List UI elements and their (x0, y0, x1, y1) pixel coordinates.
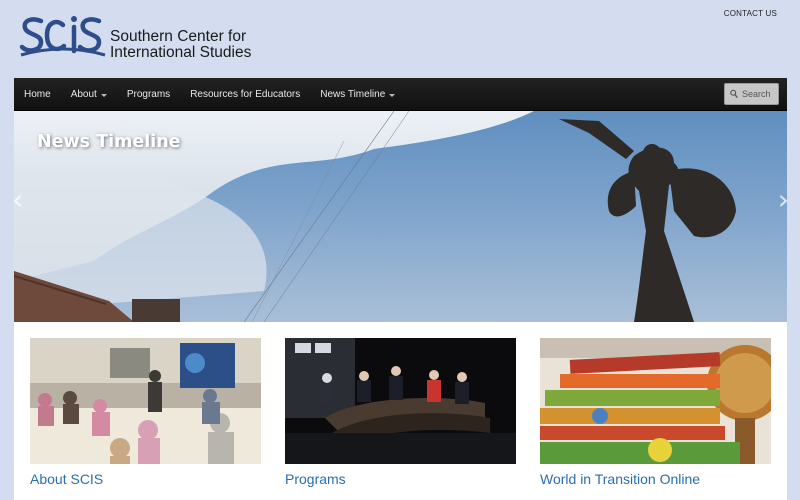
featured-content: About SCIS Programs World in Transition … (14, 322, 787, 500)
nav-item-programs[interactable]: Programs (127, 89, 170, 100)
card-image-classroom[interactable] (30, 338, 261, 464)
org-name-line1: Southern Center for (110, 28, 247, 45)
site-logo[interactable]: Southern Center for International Studie… (19, 13, 264, 65)
nav-item-label: News Timeline (320, 89, 386, 100)
card-title[interactable]: Programs (285, 471, 516, 487)
nav-item-label: Resources for Educators (190, 89, 301, 100)
org-name-line2: International Studies (110, 44, 252, 61)
organization-name: Southern Center for International Studie… (110, 29, 251, 61)
caret-down-icon (389, 93, 396, 97)
card-excerpt (30, 495, 261, 500)
nav-item-label: About (70, 89, 97, 100)
card-excerpt (540, 495, 771, 500)
card-about-scis: About SCIS (30, 338, 261, 500)
chevron-left-icon[interactable]: ‹ (14, 183, 23, 216)
scis-logo-mark (19, 16, 106, 57)
magnifier-icon (730, 89, 738, 98)
nav-menu: Home About Programs Resources for Educat… (14, 78, 787, 111)
card-programs: Programs (285, 338, 516, 500)
card-title[interactable]: About SCIS (30, 471, 261, 487)
card-image-books[interactable] (540, 338, 771, 464)
nav-item-home[interactable]: Home (24, 89, 51, 100)
classroom-photo (30, 338, 261, 464)
card-excerpt (285, 495, 516, 500)
card-world-in-transition: World in Transition Online (540, 338, 771, 500)
caret-down-icon (100, 93, 107, 97)
books-globe-photo (540, 338, 771, 464)
card-title[interactable]: World in Transition Online (540, 471, 771, 487)
card-image-panel[interactable] (285, 338, 516, 464)
hero-slider: News Timeline ‹ › (14, 111, 787, 322)
search-box[interactable] (724, 83, 779, 105)
site-header: CONTACT US Southern Center for Internati… (0, 0, 800, 78)
nav-item-label: Programs (126, 89, 171, 100)
chevron-right-icon[interactable]: › (778, 183, 787, 216)
panel-discussion-photo (285, 338, 516, 464)
nav-item-about[interactable]: About (71, 89, 107, 100)
nav-item-news-timeline[interactable]: News Timeline (320, 89, 396, 100)
contact-us-link[interactable]: CONTACT US (724, 9, 777, 18)
nav-item-label: Home (24, 89, 51, 100)
slide-title: News Timeline (37, 132, 181, 152)
search-input[interactable] (742, 89, 778, 99)
main-navigation: Home About Programs Resources for Educat… (14, 78, 787, 111)
nav-item-resources-for-educators[interactable]: Resources for Educators (190, 89, 300, 100)
